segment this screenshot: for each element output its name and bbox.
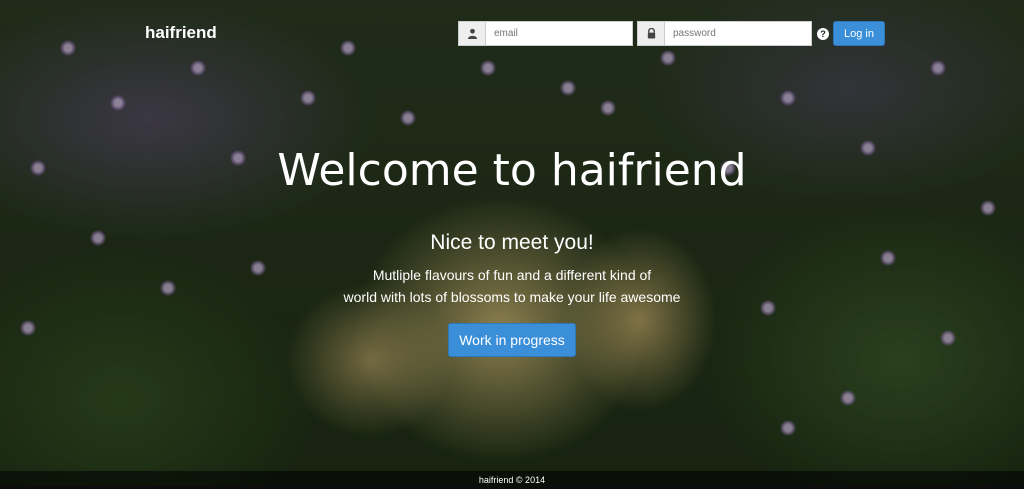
brand-logo[interactable]: haifriend — [145, 23, 217, 43]
hero-description: Mutliple flavours of fun and a different… — [0, 264, 1024, 308]
work-in-progress-button[interactable]: Work in progress — [448, 323, 576, 357]
help-icon[interactable]: ? — [817, 27, 829, 40]
email-input[interactable] — [486, 22, 632, 45]
login-form: ? Log in — [458, 21, 885, 46]
hero-title: Welcome to haifriend — [277, 145, 747, 196]
password-input[interactable] — [665, 22, 811, 45]
user-icon — [459, 22, 486, 45]
hero-subtitle: Nice to meet you! — [430, 231, 594, 254]
description-line-1: Mutliple flavours of fun and a different… — [372, 267, 652, 283]
description-line-2: world with lots of blossoms to make your… — [343, 289, 681, 305]
footer-text: haifriend © 2014 — [478, 475, 546, 485]
lock-icon — [638, 22, 665, 45]
email-field-group — [458, 21, 633, 46]
login-button[interactable]: Log in — [833, 21, 885, 46]
password-field-group — [637, 21, 812, 46]
